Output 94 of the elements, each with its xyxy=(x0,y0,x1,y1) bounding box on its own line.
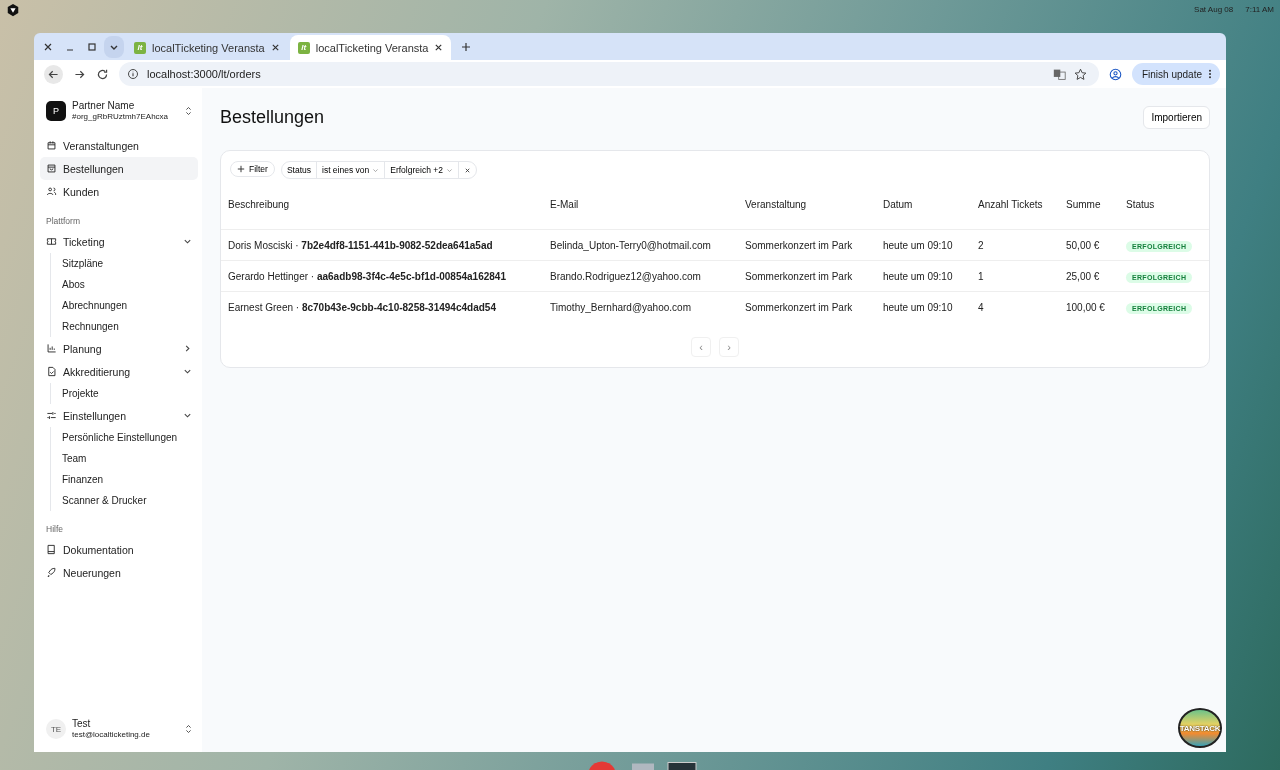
plus-icon xyxy=(237,165,245,173)
system-logo-icon[interactable] xyxy=(6,3,20,17)
sliders-icon xyxy=(46,410,57,421)
sidebar-subitem[interactable]: Rechnungen xyxy=(62,316,198,337)
ticket-icon xyxy=(46,236,57,247)
sidebar-subitem[interactable]: Abos xyxy=(62,274,198,295)
org-avatar: P xyxy=(46,101,66,121)
table-cell-text: Belinda_Upton-Terry0@hotmail.com xyxy=(550,239,712,251)
table-cell-text: 25,00 € xyxy=(1066,270,1101,282)
table-cell-text: 50,00 € xyxy=(1066,239,1101,251)
table-cell-text: Timothy_Bernhard@yahoo.com xyxy=(550,301,692,313)
sidebar-item[interactable]: Bestellungen xyxy=(40,157,198,180)
sidebar-item[interactable]: Einstellungen xyxy=(40,404,198,427)
section-title: Plattform xyxy=(45,215,81,228)
table-cell-text: 1 xyxy=(978,270,985,282)
favicon-icon: lt xyxy=(297,41,310,54)
sidebar-item[interactable]: Dokumentation xyxy=(40,538,198,561)
date-text: Sat Aug 08 xyxy=(1194,4,1234,14)
browser-tab[interactable]: lt localTicketing Veransta xyxy=(126,35,288,60)
expand-icon xyxy=(185,724,192,734)
address-bar[interactable]: localhost:3000/lt/orders xyxy=(119,62,1099,86)
bag-icon xyxy=(46,163,57,174)
org-name: Partner Name xyxy=(72,100,136,111)
user-name: Test xyxy=(72,718,92,729)
table-cell-text: 4 xyxy=(978,301,985,313)
browser-tab[interactable]: lt localTicketing Veransta xyxy=(289,35,452,60)
table-cell-text: Sommerkonzert im Park xyxy=(745,270,854,282)
column-header: Datum xyxy=(883,198,914,210)
translate-icon[interactable] xyxy=(1052,67,1066,81)
close-icon[interactable] xyxy=(434,43,444,52)
table-cell-text: heute um 09:10 xyxy=(883,301,954,313)
user-email: test@localticketing.de xyxy=(72,729,151,740)
document-icon xyxy=(46,366,57,377)
sidebar-item[interactable]: Neuerungen xyxy=(40,561,198,584)
table-cell-text: Doris Mosciski · 7b2e4df8-1151-441b-9082-52dea641a5ad xyxy=(228,239,494,251)
calendar-icon xyxy=(46,140,57,151)
close-icon[interactable] xyxy=(270,43,280,52)
sidebar-item[interactable]: Kunden xyxy=(40,180,198,203)
add-filter-button[interactable]: Filter xyxy=(230,161,275,177)
import-button[interactable]: Importieren xyxy=(1143,105,1210,129)
sidebar-subitem[interactable]: Abrechnungen xyxy=(62,295,198,316)
sidebar-item[interactable]: Ticketing xyxy=(40,230,198,253)
sidebar-subitem[interactable]: Scanner & Drucker xyxy=(62,490,198,511)
column-header: Status xyxy=(1126,198,1156,210)
time-text: 7:11 AM xyxy=(1245,4,1274,14)
expand-icon xyxy=(185,106,192,116)
more-icon xyxy=(1208,69,1212,79)
finish-update-button[interactable]: Finish update xyxy=(1131,63,1220,85)
chevron-down-icon xyxy=(183,367,192,376)
section-title: Hilfe xyxy=(45,523,64,536)
table-cell-text: Brando.Rodriguez12@yahoo.com xyxy=(550,270,702,282)
sidebar-subitem[interactable]: Projekte xyxy=(62,383,198,404)
rocket-icon xyxy=(46,567,57,578)
reload-icon[interactable] xyxy=(96,67,109,81)
column-header: Veranstaltung xyxy=(745,198,808,210)
chevron-down-icon xyxy=(183,411,192,420)
column-header: Beschreibung xyxy=(228,198,291,210)
table-cell-text: 2 xyxy=(978,239,985,251)
user-menu[interactable]: TE Test test@localticketing.de xyxy=(40,716,198,742)
previous-page-button[interactable]: ‹ xyxy=(691,337,711,357)
org-switcher[interactable]: P Partner Name #org_gRbRUztmh7EAhcxa xyxy=(40,98,198,124)
user-avatar: TE xyxy=(46,719,66,739)
sidebar-item[interactable]: Veranstaltungen xyxy=(40,134,198,157)
sidebar-subitem[interactable]: Persönliche Einstellungen xyxy=(62,427,198,448)
table-cell-text: Gerardo Hettinger · aa6adb98-3f4c-4e5c-bf1d-00854a162841 xyxy=(228,270,507,282)
favicon-icon: lt xyxy=(134,41,146,54)
sidebar-item[interactable]: Planung xyxy=(40,337,198,360)
sidebar-subitem[interactable]: Team xyxy=(62,448,198,469)
next-page-button[interactable]: › xyxy=(719,337,739,357)
star-icon[interactable] xyxy=(1073,67,1087,81)
back-icon[interactable] xyxy=(44,64,63,84)
book-icon xyxy=(46,544,57,555)
chevron-down-icon xyxy=(183,237,192,246)
column-header: Summe xyxy=(1066,198,1102,210)
table-cell-text: Earnest Green · 8c70b43e-9cbb-4c10-8258-31494c4dad54 xyxy=(228,301,497,313)
users-icon xyxy=(46,186,57,197)
column-header: E-Mail xyxy=(550,198,580,210)
page-title: Bestellungen xyxy=(220,106,326,128)
chart-icon xyxy=(46,343,57,354)
tab-list-button[interactable] xyxy=(104,36,124,58)
sidebar-item[interactable]: Akkreditierung xyxy=(40,360,198,383)
chevron-right-icon xyxy=(183,344,192,353)
new-tab-icon[interactable] xyxy=(461,42,472,52)
sidebar-subitem[interactable]: Sitzpläne xyxy=(62,253,198,274)
sidebar-subitem[interactable]: Finanzen xyxy=(62,469,198,490)
table-cell-text: Sommerkonzert im Park xyxy=(745,301,854,313)
table-cell-text: heute um 09:10 xyxy=(883,239,954,251)
info-icon xyxy=(127,68,139,80)
profile-icon[interactable] xyxy=(1108,67,1122,81)
table-cell-text: 100,00 € xyxy=(1066,301,1106,313)
table-cell-text: heute um 09:10 xyxy=(883,270,954,282)
org-id: #org_gRbRUztmh7EAhcxa xyxy=(72,111,170,122)
column-header: Anzahl Tickets xyxy=(978,198,1044,210)
table-cell-text: Sommerkonzert im Park xyxy=(745,239,854,251)
